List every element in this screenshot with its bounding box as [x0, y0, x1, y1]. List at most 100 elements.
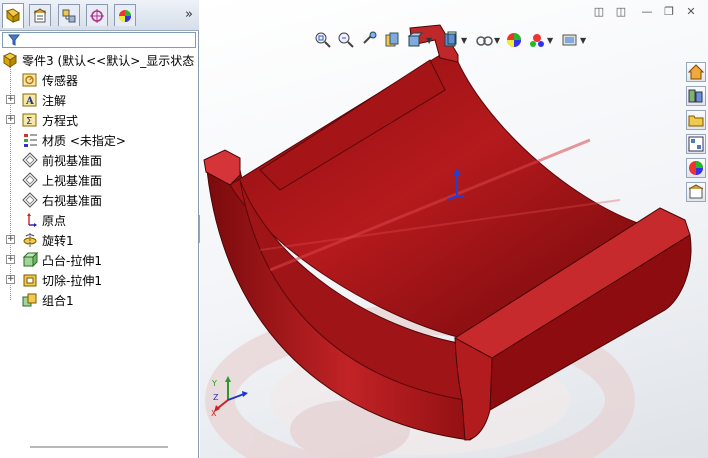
- property-manager-tab[interactable]: [29, 4, 51, 26]
- tree-item-sensors[interactable]: 传感器: [0, 70, 199, 90]
- tree-item-annotations[interactable]: + A 注解: [0, 90, 199, 110]
- hide-show-items-icon[interactable]: [475, 31, 493, 49]
- tree-item-label: 组合1: [42, 294, 74, 308]
- expand-toggle[interactable]: +: [6, 115, 15, 124]
- model-render: [203, 24, 692, 458]
- design-library-icon: [688, 89, 703, 103]
- tree-item-origin[interactable]: 原点: [0, 210, 199, 230]
- graphics-area[interactable]: ▼ ▼ ▼ ▼ ▼ ◫ ◫ — ❐ ✕ Y X Z: [200, 0, 708, 458]
- restore-icon[interactable]: ❐: [662, 6, 676, 18]
- tree-item-front-plane[interactable]: 前视基准面: [0, 150, 199, 170]
- tree-item-label: 凸台-拉伸1: [42, 254, 102, 268]
- triad-x-label: X: [211, 409, 217, 418]
- sensor-icon: [22, 73, 37, 87]
- tree-item-label: 旋转1: [42, 234, 74, 248]
- feature-tree: 零件3 (默认<<默认>_显示状态 传感器 + A 注解 + Σ 方程式 材质 …: [0, 50, 199, 310]
- material-icon: [24, 134, 37, 147]
- annotation-icon: A: [22, 93, 37, 107]
- combine-icon: [22, 293, 37, 307]
- filter-icon: [8, 34, 20, 46]
- taskpane-design-library-button[interactable]: [686, 86, 706, 106]
- appearances-icon: [689, 161, 703, 175]
- tree-item-label: 上视基准面: [42, 174, 103, 188]
- tree-filter-input[interactable]: [2, 32, 196, 48]
- horizontal-scrollbar[interactable]: [30, 446, 168, 448]
- display-style-icon[interactable]: [442, 31, 460, 49]
- view-orientation-icon[interactable]: [407, 31, 425, 49]
- tree-item-label: 材质 <未指定>: [42, 134, 126, 148]
- split-vertical-icon[interactable]: ◫: [592, 6, 606, 18]
- zoom-to-fit-icon[interactable]: [314, 31, 332, 49]
- custom-properties-icon: [688, 184, 704, 199]
- taskpane-view-palette-button[interactable]: [686, 134, 706, 154]
- home-icon: [687, 64, 705, 80]
- boss-extrude-icon: [22, 252, 38, 268]
- tree-item-right-plane[interactable]: 右视基准面: [0, 190, 199, 210]
- view-orientation-dropdown-icon[interactable]: ▼: [426, 36, 432, 45]
- reference-triad: Y X Z: [211, 376, 248, 418]
- tree-item-top-plane[interactable]: 上视基准面: [0, 170, 199, 190]
- revolve-icon: [23, 233, 37, 247]
- previous-view-icon[interactable]: [361, 31, 379, 49]
- feature-manager-tab[interactable]: [2, 3, 24, 28]
- tree-item-revolve1[interactable]: + 旋转1: [0, 230, 199, 250]
- zoom-to-area-icon[interactable]: [337, 31, 355, 49]
- plane-icon: [22, 192, 38, 208]
- close-icon[interactable]: ✕: [684, 6, 698, 18]
- property-sheet-icon: [33, 7, 47, 22]
- taskpane-appearances-button[interactable]: [686, 158, 706, 178]
- display-style-dropdown-icon[interactable]: ▼: [461, 36, 467, 45]
- tree-item-material[interactable]: 材质 <未指定>: [0, 130, 199, 150]
- taskpane-file-explorer-button[interactable]: [686, 110, 706, 130]
- apply-scene-dropdown-icon[interactable]: ▼: [547, 36, 553, 45]
- tree-item-boss-extrude1[interactable]: + 凸台-拉伸1: [0, 250, 199, 270]
- tree-item-label: 切除-拉伸1: [42, 274, 102, 288]
- origin-icon: [27, 213, 37, 227]
- hide-show-dropdown-icon[interactable]: ▼: [494, 36, 500, 45]
- tree-item-label: 注解: [42, 94, 67, 108]
- view-palette-icon: [688, 136, 704, 152]
- taskpane-custom-properties-button[interactable]: [686, 182, 706, 202]
- color-wheel-icon: [119, 9, 131, 22]
- panel-tab-bar: »: [0, 0, 199, 31]
- tree-item-equations[interactable]: + Σ 方程式: [0, 110, 199, 130]
- tree-item-label: 方程式: [42, 114, 79, 128]
- equation-icon: Σ: [22, 113, 37, 127]
- apply-scene-icon[interactable]: [528, 31, 546, 49]
- tree-item-label: 传感器: [42, 74, 79, 88]
- expand-toggle[interactable]: +: [6, 95, 15, 104]
- part-icon: [3, 52, 17, 68]
- cut-extrude-icon: [23, 274, 37, 287]
- minimize-icon[interactable]: —: [640, 6, 654, 18]
- tree-item-label: 原点: [42, 214, 67, 228]
- tree-item-cut-extrude1[interactable]: + 切除-拉伸1: [0, 270, 199, 290]
- view-settings-dropdown-icon[interactable]: ▼: [580, 36, 586, 45]
- configuration-manager-tab[interactable]: [58, 4, 80, 26]
- split-horizontal-icon[interactable]: ◫: [614, 6, 628, 18]
- crosshair-icon: [90, 8, 104, 23]
- feature-tree-icon: [6, 8, 20, 23]
- tree-item-label: 前视基准面: [42, 154, 103, 168]
- taskpane-home-button[interactable]: [686, 62, 706, 82]
- triad-z-label: Z: [213, 393, 219, 402]
- edit-appearance-icon[interactable]: [505, 31, 523, 49]
- svg-text:Σ: Σ: [26, 116, 32, 127]
- view-settings-icon[interactable]: [561, 31, 579, 49]
- configuration-icon: [62, 9, 76, 22]
- dimxpert-manager-tab[interactable]: [86, 4, 108, 26]
- svg-text:A: A: [25, 96, 34, 107]
- triad-y-label: Y: [211, 379, 217, 388]
- plane-icon: [22, 172, 38, 188]
- expand-toggle[interactable]: +: [6, 255, 15, 264]
- display-manager-tab[interactable]: [114, 4, 136, 26]
- tree-item-label: 右视基准面: [42, 194, 103, 208]
- tree-root[interactable]: 零件3 (默认<<默认>_显示状态: [0, 50, 199, 70]
- section-view-icon[interactable]: [383, 31, 401, 49]
- panel-expand-icon[interactable]: »: [185, 7, 193, 22]
- feature-manager-panel: » 零件3 (默认<<默认>_显示状态 传感器 + A 注解 + Σ 方程式 材…: [0, 0, 199, 458]
- tree-root-label: 零件3 (默认<<默认>_显示状态: [22, 54, 195, 68]
- expand-toggle[interactable]: +: [6, 235, 15, 244]
- expand-toggle[interactable]: +: [6, 275, 15, 284]
- folder-icon: [688, 115, 704, 127]
- tree-item-combine1[interactable]: 组合1: [0, 290, 199, 310]
